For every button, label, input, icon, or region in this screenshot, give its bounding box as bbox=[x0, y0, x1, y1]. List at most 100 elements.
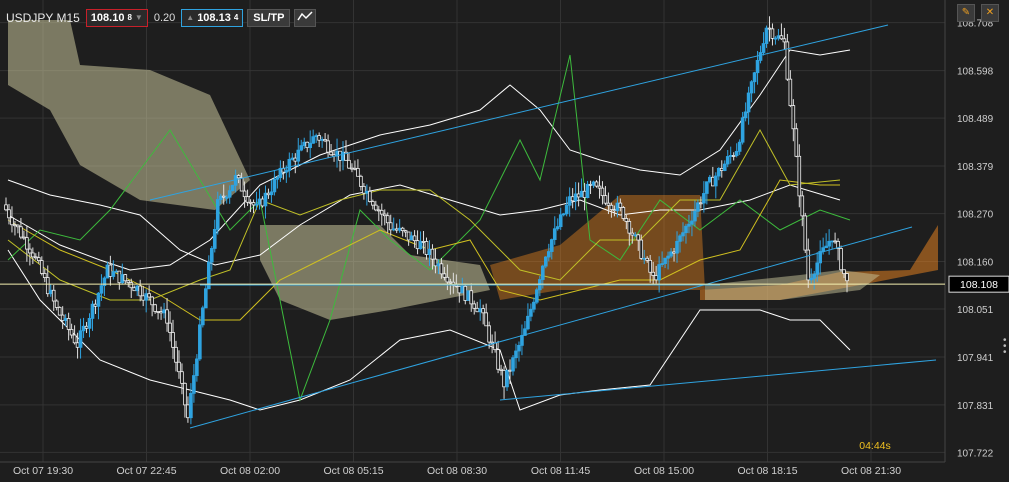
up-arrow-icon: ▲ bbox=[186, 13, 195, 22]
candle-body bbox=[144, 293, 148, 301]
close-icon[interactable]: ✕ bbox=[981, 4, 999, 22]
candle-body bbox=[195, 358, 199, 376]
candle-body bbox=[466, 290, 471, 301]
candle-body bbox=[129, 282, 134, 289]
candle-body bbox=[34, 256, 38, 259]
y-tick-label: 107.722 bbox=[957, 448, 994, 459]
candle-body bbox=[141, 295, 145, 301]
candle-body bbox=[415, 240, 420, 250]
candle-body bbox=[752, 72, 757, 83]
candle-body bbox=[761, 43, 766, 53]
candle-body bbox=[681, 232, 685, 237]
candle-body bbox=[230, 184, 235, 192]
candle-body bbox=[314, 135, 318, 138]
resize-grip-icon[interactable]: • • • bbox=[1003, 336, 1009, 358]
candle-body bbox=[711, 176, 715, 187]
x-tick-label: Oct 08 08:30 bbox=[427, 465, 487, 477]
candle-body bbox=[341, 151, 345, 161]
bar-countdown: 04:44s bbox=[859, 440, 891, 452]
candle-body bbox=[430, 248, 435, 260]
candle-body bbox=[594, 181, 599, 187]
candle-body bbox=[660, 263, 664, 266]
line-chart-icon[interactable] bbox=[294, 9, 317, 27]
candle-body bbox=[824, 245, 828, 249]
candle-body bbox=[218, 195, 223, 200]
candle-body bbox=[114, 270, 119, 273]
candle-body bbox=[621, 207, 626, 219]
candle-body bbox=[797, 155, 802, 197]
candle-body bbox=[684, 225, 688, 234]
candle-body bbox=[123, 274, 128, 282]
candle-body bbox=[493, 342, 497, 351]
candle-body bbox=[96, 292, 101, 307]
candle-body bbox=[162, 309, 166, 314]
candle-body bbox=[156, 311, 160, 313]
candle-body bbox=[552, 228, 557, 240]
candle-body bbox=[845, 273, 849, 282]
candle-body bbox=[558, 214, 563, 228]
ask-price-box[interactable]: ▲ 108.13 4 bbox=[181, 9, 244, 27]
candle-body bbox=[699, 202, 703, 205]
candle-body bbox=[371, 201, 375, 206]
candle-body bbox=[740, 117, 745, 143]
candle-body bbox=[16, 224, 20, 228]
candle-body bbox=[382, 213, 387, 217]
candle-body bbox=[514, 350, 518, 359]
candle-body bbox=[573, 193, 578, 202]
y-tick-label: 108.379 bbox=[957, 162, 994, 173]
chart-grid bbox=[0, 0, 946, 463]
candle-body bbox=[648, 259, 652, 273]
candle-body bbox=[201, 307, 205, 326]
symbol-label[interactable]: USDJPY M15 bbox=[4, 11, 82, 25]
candle-body bbox=[800, 195, 805, 217]
candle-body bbox=[690, 220, 694, 225]
price-axis: 108.708108.598108.489108.379108.270108.1… bbox=[957, 19, 994, 460]
ask-price: 108.13 bbox=[197, 12, 231, 24]
candle-body bbox=[597, 185, 602, 189]
candle-body bbox=[150, 296, 154, 306]
bid-price: 108.10 bbox=[90, 12, 125, 24]
candle-body bbox=[69, 329, 74, 336]
candle-body bbox=[51, 289, 56, 302]
y-tick-label: 108.160 bbox=[957, 258, 994, 269]
candle-body bbox=[242, 190, 247, 198]
candle-body bbox=[606, 202, 611, 206]
candle-body bbox=[728, 155, 733, 157]
candle-body bbox=[251, 202, 256, 206]
candle-body bbox=[642, 257, 647, 260]
candle-body bbox=[463, 285, 468, 301]
candle-body bbox=[299, 145, 304, 151]
candle-body bbox=[490, 341, 494, 344]
price-chart[interactable]: 108.708108.598108.489108.379108.270108.1… bbox=[0, 0, 1009, 482]
candle-body bbox=[618, 202, 623, 208]
candle-body bbox=[60, 314, 65, 321]
candle-body bbox=[198, 324, 202, 360]
candle-body bbox=[10, 217, 14, 226]
sl-tp-button[interactable]: SL/TP bbox=[247, 9, 291, 27]
candle-body bbox=[388, 222, 393, 231]
candle-body bbox=[379, 209, 384, 215]
candle-body bbox=[168, 322, 172, 333]
candle-body bbox=[78, 330, 83, 348]
candle-body bbox=[749, 81, 754, 94]
candle-body bbox=[353, 167, 357, 170]
candle-body bbox=[418, 241, 423, 250]
candle-body bbox=[13, 224, 17, 227]
candle-body bbox=[567, 196, 572, 206]
bid-price-box[interactable]: 108.10 8 ▼ bbox=[85, 9, 148, 27]
candle-body bbox=[639, 239, 644, 259]
candle-body bbox=[672, 251, 676, 254]
candle-body bbox=[585, 183, 590, 199]
candle-body bbox=[693, 210, 697, 222]
candle-body bbox=[212, 229, 217, 249]
edit-icon[interactable]: ✎ bbox=[957, 4, 975, 22]
candle-body bbox=[591, 181, 596, 186]
candle-body bbox=[675, 240, 679, 254]
candle-body bbox=[209, 248, 214, 263]
candle-body bbox=[645, 257, 650, 261]
candle-body bbox=[612, 209, 617, 212]
x-tick-label: Oct 07 22:45 bbox=[116, 465, 176, 477]
candle-body bbox=[48, 289, 53, 295]
candle-body bbox=[180, 371, 184, 384]
candle-body bbox=[45, 277, 50, 295]
